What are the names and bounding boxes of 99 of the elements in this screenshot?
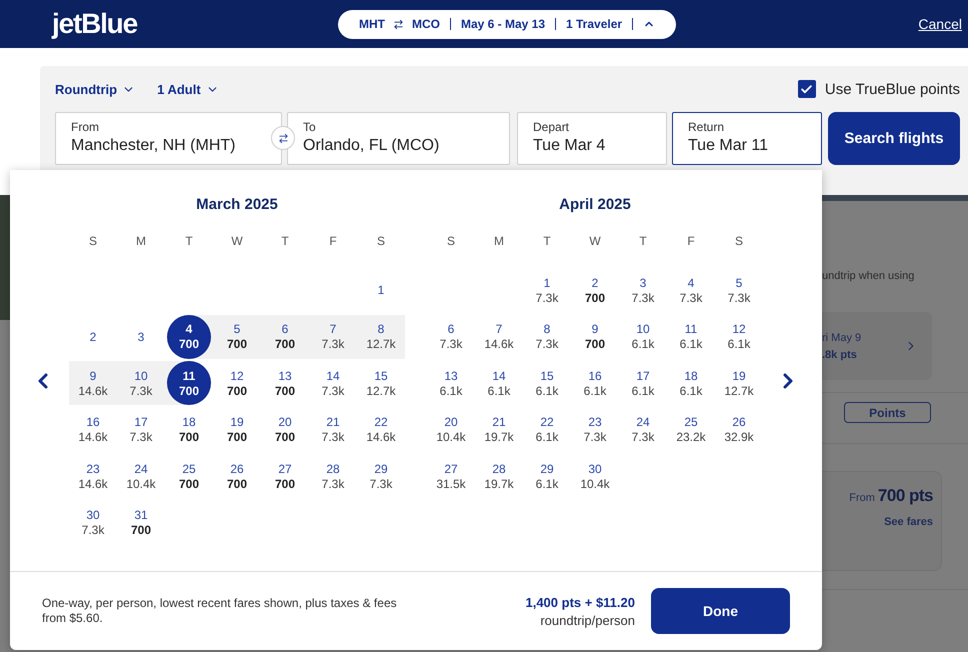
calendar-day[interactable]: 21 19.7k	[475, 408, 523, 452]
promo-text: undtrip when using	[822, 270, 916, 282]
calendar-day[interactable]: 7 7.3k	[309, 314, 357, 359]
calendar-day[interactable]: 21 7.3k	[309, 408, 357, 452]
calendar-day[interactable]: 31 700	[117, 500, 165, 545]
calendar-day[interactable]: 10 7.3k	[117, 361, 165, 406]
calendar-day[interactable]: 10 6.1k	[619, 314, 667, 359]
calendar-day[interactable]: 29 6.1k	[523, 454, 571, 498]
calendar-day[interactable]: 13 6.1k	[427, 361, 475, 406]
weekday-label: F	[328, 233, 338, 250]
calendar-day[interactable]: 13 700	[261, 361, 309, 406]
calendar-day[interactable]: 11 700	[165, 361, 213, 406]
calendar-day[interactable]: 19 12.7k	[715, 361, 763, 406]
from-label: From	[849, 492, 875, 504]
calendar-day[interactable]: 6 7.3k	[427, 314, 475, 359]
input-field[interactable]: Depart Tue Mar 4	[517, 112, 667, 165]
calendar-day[interactable]: 29 7.3k	[357, 454, 405, 498]
swap-icon	[392, 18, 404, 30]
calendar-day[interactable]: 12 700	[213, 361, 261, 406]
input-field[interactable]: From Manchester, NH (MHT)	[55, 112, 282, 165]
weekday-label: W	[230, 233, 244, 250]
input-field[interactable]: To Orlando, FL (MCO)	[287, 112, 510, 165]
calendar-day[interactable]: 14 7.3k	[309, 361, 357, 406]
calendar-day[interactable]: 1 7.3k	[523, 268, 571, 312]
search-flights-button[interactable]: Search flights	[828, 112, 960, 165]
calendar-day[interactable]: 22 14.6k	[357, 408, 405, 452]
calendar-day[interactable]: 5 700	[213, 314, 261, 359]
calendar-day[interactable]: 12 6.1k	[715, 314, 763, 359]
calendar-day[interactable]: 11 6.1k	[667, 314, 715, 359]
calendar-day[interactable]: 26 700	[213, 454, 261, 498]
weekday-label: T	[184, 233, 194, 250]
total-caption: roundtrip/person	[540, 612, 635, 628]
calendar-day[interactable]: 18 700	[165, 408, 213, 452]
calendar-day[interactable]: 16 6.1k	[571, 361, 619, 406]
weekday-label: T	[542, 233, 552, 250]
passengers-dropdown[interactable]: 1 Adult	[157, 82, 219, 96]
weekday-label: S	[734, 233, 744, 250]
calendar-day[interactable]: 24 7.3k	[619, 408, 667, 452]
weekday-label: T	[638, 233, 648, 250]
calendar-day[interactable]: 26 32.9k	[715, 408, 763, 452]
checkbox-label: Use TrueBlue points	[824, 80, 960, 98]
calendar-day[interactable]: 28 7.3k	[309, 454, 357, 498]
done-button[interactable]: Done	[651, 588, 790, 634]
weekday-label: M	[135, 233, 147, 250]
calendar-day[interactable]: 5 7.3k	[715, 268, 763, 312]
calendar-day[interactable]: 3	[117, 314, 165, 359]
weekday-label: M	[493, 233, 505, 250]
weekday-label: S	[446, 233, 456, 250]
calendar-day[interactable]: 23 14.6k	[69, 454, 117, 498]
points-checkbox[interactable]	[798, 80, 816, 98]
calendar-day[interactable]: 15 12.7k	[357, 361, 405, 406]
calendar-day[interactable]: 24 10.4k	[117, 454, 165, 498]
calendar-day[interactable]: 30 10.4k	[571, 454, 619, 498]
calendar-day[interactable]: 27 31.5k	[427, 454, 475, 498]
logo[interactable]: jetBlue	[52, 8, 137, 40]
calendar-day[interactable]: 2 700	[571, 268, 619, 312]
trip-summary-button[interactable]: MHT MCO May 6 - May 13 1 Traveler	[338, 10, 676, 38]
calendar-day[interactable]: 9 700	[571, 314, 619, 359]
fare-price: 700 pts	[878, 486, 933, 506]
calendar-day[interactable]: 18 6.1k	[667, 361, 715, 406]
swap-icon	[278, 132, 288, 144]
calendar-day[interactable]: 8 12.7k	[357, 314, 405, 359]
calendar-day[interactable]: 2	[69, 314, 117, 359]
calendar-day[interactable]: 25 23.2k	[667, 408, 715, 452]
calendar-day[interactable]: 16 14.6k	[69, 408, 117, 452]
cancel-link[interactable]: Cancel	[918, 16, 962, 32]
calendar-day[interactable]: 4 700	[165, 314, 213, 359]
calendar-day[interactable]: 9 14.6k	[69, 361, 117, 406]
calendar-day[interactable]: 28 19.7k	[475, 454, 523, 498]
weekday-label: W	[588, 233, 602, 250]
calendar-day[interactable]: 30 7.3k	[69, 500, 117, 545]
fare-note: One-way, per person, lowest recent fares shown, plus taxes & fees from $5.60.	[42, 596, 398, 626]
weekday-label: S	[376, 233, 386, 250]
calendar-day[interactable]: 27 700	[261, 454, 309, 498]
month-title: March 2025	[195, 196, 279, 215]
calendar-day[interactable]: 4 7.3k	[667, 268, 715, 312]
calendar-day[interactable]: 17 7.3k	[117, 408, 165, 452]
weekday-label: F	[686, 233, 696, 250]
month-title: April 2025	[558, 196, 632, 215]
calendar-day[interactable]: 15 6.1k	[523, 361, 571, 406]
calendar-day[interactable]: 23 7.3k	[571, 408, 619, 452]
weekday-label: S	[88, 233, 98, 250]
calendar-day[interactable]: 14 6.1k	[475, 361, 523, 406]
calendar-day[interactable]: 25 700	[165, 454, 213, 498]
input-field[interactable]: Return Tue Mar 11	[672, 112, 822, 165]
calendar-day[interactable]: 6 700	[261, 314, 309, 359]
calendar-day[interactable]: 8 7.3k	[523, 314, 571, 359]
calendar-day[interactable]: 20 700	[261, 408, 309, 452]
trip-type-dropdown[interactable]: Roundtrip	[55, 82, 136, 96]
calendar-day[interactable]: 1	[357, 268, 405, 312]
calendar-day[interactable]: 17 6.1k	[619, 361, 667, 406]
calendar-day[interactable]: 3 7.3k	[619, 268, 667, 312]
check-icon	[800, 82, 814, 96]
calendar-day[interactable]: 20 10.4k	[427, 408, 475, 452]
total-price: 1,400 pts + $11.20	[525, 594, 635, 610]
weekday-label: T	[280, 233, 290, 250]
calendar-day[interactable]: 19 700	[213, 408, 261, 452]
calendar-day[interactable]: 22 6.1k	[523, 408, 571, 452]
calendar-day[interactable]: 7 14.6k	[475, 314, 523, 359]
